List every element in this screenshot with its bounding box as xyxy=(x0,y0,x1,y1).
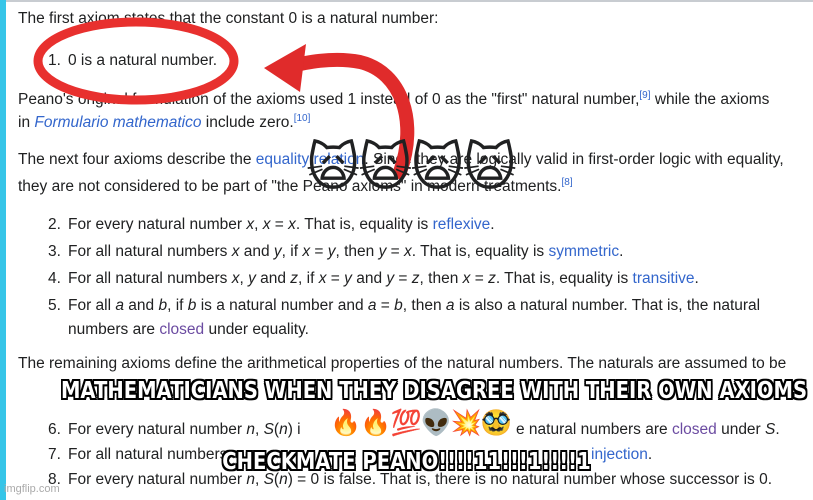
screaming-cat-emojis: 🙀🙀🙀🙀 xyxy=(306,139,517,197)
red-arrow-head xyxy=(264,44,306,92)
imgflip-watermark: imgflip.com xyxy=(4,483,60,495)
meme-emoji-row: 😹🔥🔥💯👽💥🥸 xyxy=(302,408,512,437)
meme-top-caption: MATHEMATICIANS WHEN THEY DISAGREE WITH T… xyxy=(60,378,808,404)
red-circle xyxy=(33,17,239,105)
meme-bottom-caption: CHECKMATE PEANO!!!!11!!!1!!!!1 xyxy=(222,449,591,475)
